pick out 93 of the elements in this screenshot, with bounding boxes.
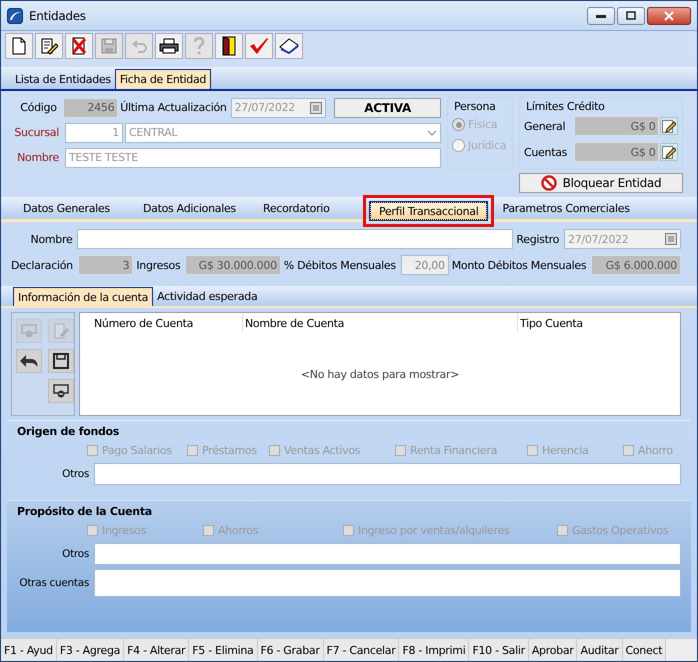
column-header[interactable]: Número de Cuenta	[92, 314, 243, 332]
group-title: Límites Crédito	[526, 100, 605, 113]
function-key-button[interactable]: F7 - Cancelar	[324, 639, 400, 661]
field-label: Ingresos	[136, 258, 182, 272]
tab[interactable]: Datos Adicionales	[135, 202, 244, 214]
function-key-button[interactable]: F3 - Agrega	[56, 639, 124, 661]
tab[interactable]: Parametros Comerciales	[494, 202, 638, 214]
edit-button[interactable]	[660, 143, 678, 161]
toolbar-button[interactable]	[35, 33, 63, 59]
document-pencil-icon	[53, 323, 69, 339]
tab[interactable]: Ficha de Entidad	[114, 69, 212, 89]
function-key-button[interactable]: F4 - Alterar	[124, 639, 190, 661]
pencil-icon	[662, 145, 676, 159]
calendar-icon	[310, 102, 322, 114]
field-label: Registro	[516, 232, 560, 246]
field-label: Nombre	[16, 151, 60, 164]
minimize-icon	[596, 14, 606, 18]
function-key-button[interactable]: F8 - Imprimi	[399, 639, 470, 661]
text-field[interactable]	[94, 569, 681, 597]
field-label: Última Actualización	[120, 101, 228, 114]
tab[interactable]: Recordatorio	[255, 202, 338, 214]
field-label: General	[524, 120, 566, 132]
text-field[interactable]	[94, 543, 681, 565]
toolbar-button[interactable]	[155, 33, 183, 59]
curved-arrow-icon	[131, 38, 147, 54]
toolbar-button[interactable]	[275, 33, 303, 59]
function-key-button[interactable]: Conect	[622, 639, 666, 661]
field-label: Código	[19, 101, 58, 114]
field-label: Otras cuentas	[18, 577, 90, 589]
blank-page-icon	[11, 37, 27, 55]
code-field[interactable]: 2456	[62, 98, 118, 118]
window-title: Entidades	[29, 8, 87, 22]
field-label: Declaración	[11, 258, 74, 272]
minimize-button[interactable]	[587, 6, 615, 24]
column-header[interactable]: Nombre de Cuenta	[243, 314, 518, 332]
pencil-icon	[662, 119, 676, 133]
toolbar-button[interactable]	[65, 33, 93, 59]
text-field[interactable]	[94, 463, 681, 485]
tool-button[interactable]	[48, 379, 74, 403]
prohibited-icon	[540, 175, 557, 191]
edit-button[interactable]	[660, 117, 678, 135]
maximize-icon	[626, 11, 636, 20]
field-label: Cuentas	[524, 146, 568, 158]
field-label: Sucursal	[13, 126, 60, 139]
app-logo-icon	[7, 8, 23, 24]
question-mark-icon	[193, 37, 205, 55]
checkmark-icon	[249, 37, 269, 55]
field-label: % Débitos Mensuales	[284, 258, 397, 272]
document-x-icon	[71, 37, 87, 55]
status-badge: ACTIVA	[334, 98, 442, 118]
amount-field[interactable]: G$ 6.000.000	[591, 255, 681, 275]
tab[interactable]: Datos Generales	[15, 202, 118, 214]
chevron-down-icon	[427, 130, 437, 136]
section-title: Origen de fondos	[17, 425, 120, 440]
function-key-button[interactable]: Auditar	[577, 639, 622, 661]
tab[interactable]: Perfil Transaccional	[370, 202, 488, 220]
empty-message: <No hay datos para mostrar>	[300, 368, 460, 380]
remove-row-icon	[53, 383, 69, 399]
printer-icon	[159, 38, 179, 54]
add-row-icon	[21, 323, 37, 339]
function-key-button[interactable]: Aprobar	[528, 639, 578, 661]
toolbar-button[interactable]	[215, 33, 243, 59]
amount-field[interactable]: G$ 0	[574, 116, 660, 136]
field-label: Monto Débitos Mensuales	[452, 258, 588, 272]
section-title: Propósito de la Cuenta	[17, 505, 153, 520]
tool-button[interactable]	[16, 349, 42, 373]
income-field[interactable]: G$ 30.000.000	[185, 255, 281, 275]
function-key-button[interactable]: F10 - Salir	[469, 639, 529, 661]
book-icon	[279, 38, 299, 54]
document-pencil-icon	[40, 37, 58, 55]
tab[interactable]: Información de la cuenta	[13, 287, 154, 306]
amount-field[interactable]: G$ 0	[574, 142, 660, 162]
back-arrow-icon	[20, 354, 38, 368]
door-icon	[222, 36, 236, 56]
group-title: Persona	[454, 100, 496, 113]
maximize-button[interactable]	[617, 6, 645, 24]
column-header[interactable]: Tipo Cuenta	[518, 314, 680, 332]
field-label: Otros	[61, 468, 90, 480]
tab[interactable]: Actividad esperada	[153, 287, 262, 306]
block-entity-button[interactable]: Bloquear Entidad	[519, 173, 683, 193]
field-label: Otros	[61, 548, 90, 560]
function-key-button[interactable]: F1 - Ayud	[1, 639, 57, 661]
close-icon	[664, 10, 674, 20]
tab[interactable]: Lista de Entidades	[11, 69, 115, 89]
field-label: Nombre	[30, 232, 74, 246]
tool-button[interactable]	[48, 349, 74, 373]
function-key-button[interactable]: F6 - Grabar	[258, 639, 324, 661]
close-button[interactable]	[647, 6, 691, 24]
function-key-button[interactable]: F5 - Elimina	[189, 639, 258, 661]
calendar-icon	[665, 233, 677, 245]
name-field[interactable]	[77, 229, 514, 249]
declaration-field[interactable]: 3	[78, 255, 134, 275]
toolbar-button[interactable]	[5, 33, 33, 59]
